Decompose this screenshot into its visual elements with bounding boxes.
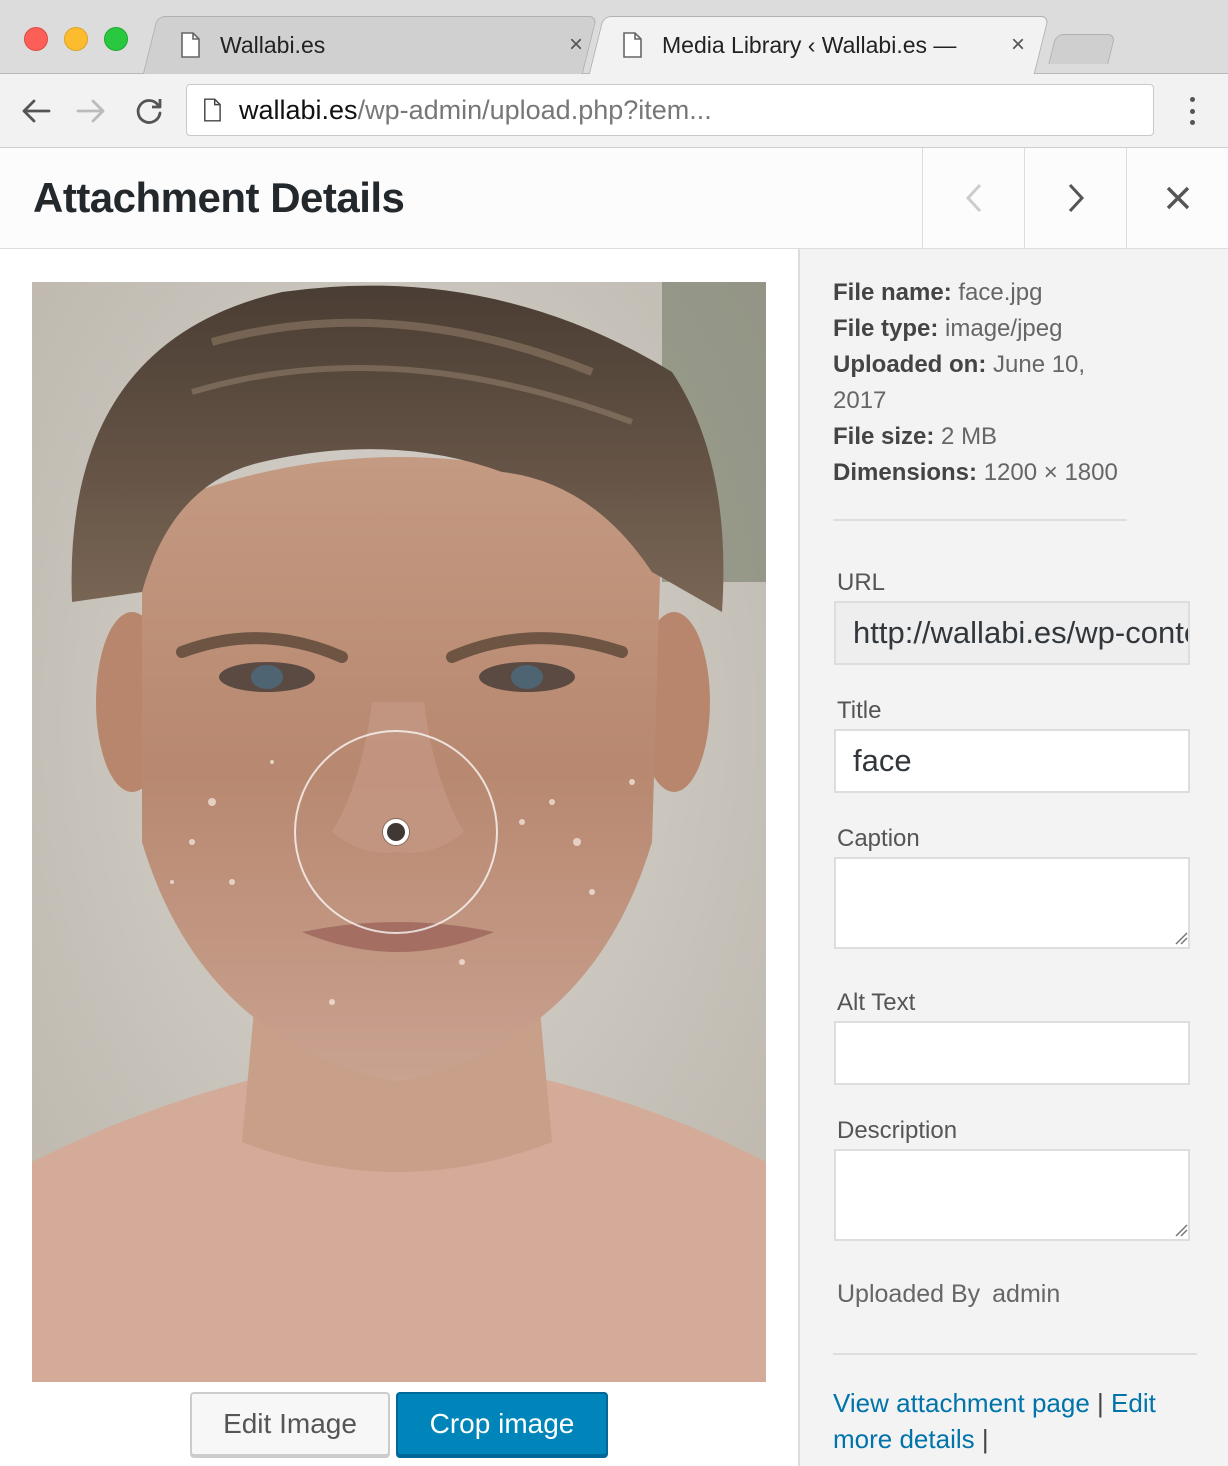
attachment-media-view: Edit Image Crop image [0,249,798,1466]
reload-icon [136,99,162,124]
link-separator: | [1097,1388,1104,1418]
browser-toolbar: wallabi.es/wp-admin/upload.php?item... [0,74,1228,148]
description-field[interactable] [834,1149,1190,1241]
alt-text-field[interactable] [834,1021,1190,1085]
caption-label: Caption [837,825,920,852]
page-icon [181,32,200,58]
dimensions-label: Dimensions: [833,459,978,486]
url-field[interactable]: http://wallabi.es/wp-content/uploads/201… [834,601,1190,665]
new-tab-button[interactable] [1048,34,1116,64]
url-host: wallabi.es [239,94,358,125]
attachment-actions: View attachment page | Edit more details… [833,1385,1193,1457]
uploaded-by: Uploaded By admin [837,1280,1060,1309]
file-type-row: File type: image/jpeg [833,311,1133,347]
title-label: Title [837,697,882,724]
next-attachment-button[interactable] [1024,148,1126,248]
file-size-row: File size: 2 MB [833,419,1133,455]
arrow-right-icon [76,99,105,123]
divider [833,1353,1197,1355]
alt-text-label: Alt Text [837,989,916,1016]
file-size-value: 2 MB [941,423,998,450]
file-name-value: face.jpg [958,279,1043,306]
crop-image-button[interactable]: Crop image [396,1392,608,1456]
forward-button[interactable] [72,92,110,130]
tab-close-icon[interactable]: × [562,31,590,59]
description-label: Description [837,1117,958,1144]
caption-field[interactable] [834,857,1190,949]
window-minimize-button[interactable] [64,27,88,51]
browser-tab-wallabi[interactable]: Wallabi.es × [180,16,590,74]
window-close-button[interactable] [24,27,48,51]
dimensions-row: Dimensions: 1200 × 1800 [833,455,1133,491]
page-title: Attachment Details [33,174,405,221]
file-details: File name: face.jpg File type: image/jpe… [833,275,1133,491]
focal-point-handle[interactable] [383,819,409,845]
url-label: URL [837,569,886,596]
file-name-row: File name: face.jpg [833,275,1133,311]
attachment-info-sidebar: File name: face.jpg File type: image/jpe… [800,249,1228,1466]
chevron-right-icon [1068,183,1084,213]
window-maximize-button[interactable] [104,27,128,51]
modal-header: Attachment Details [0,148,1228,249]
reload-button[interactable] [130,92,168,130]
back-button[interactable] [17,92,55,130]
tab-close-icon[interactable]: × [1004,31,1032,59]
close-modal-button[interactable] [1126,148,1228,248]
arrow-left-icon [22,99,51,123]
url-path: /wp-admin/upload.php?item... [357,94,712,125]
uploaded-on-label: Uploaded on: [833,351,987,378]
dimensions-value: 1200 × 1800 [983,459,1118,486]
link-separator: | [981,1424,989,1454]
uploaded-on-row: Uploaded on: June 10, 2017 [833,347,1133,419]
attachment-image [32,282,766,1382]
address-bar[interactable]: wallabi.es/wp-admin/upload.php?item... [186,84,1154,136]
browser-menu-icon[interactable] [1180,94,1204,128]
file-name-label: File name: [833,279,952,306]
tab-title: Media Library ‹ Wallabi.es — [662,31,957,58]
view-attachment-page-link[interactable]: View attachment page [833,1388,1090,1418]
page-icon [623,32,642,58]
file-type-value: image/jpeg [945,315,1063,342]
file-size-label: File size: [833,423,935,450]
chevron-left-icon [965,183,981,213]
resize-grip-icon[interactable] [1174,931,1188,945]
edit-image-button[interactable]: Edit Image [190,1392,390,1456]
previous-attachment-button[interactable] [922,148,1024,248]
resize-grip-icon[interactable] [1174,1223,1188,1237]
browser-tab-media-library[interactable]: Media Library ‹ Wallabi.es — × [622,16,1032,74]
file-type-label: File type: [833,315,939,342]
uploaded-by-value: admin [992,1280,1061,1308]
close-icon [1166,186,1189,210]
uploaded-by-label: Uploaded By [837,1280,981,1308]
title-field[interactable]: face [834,729,1190,793]
divider [833,519,1127,521]
tab-title: Wallabi.es [220,31,326,58]
page-icon [204,98,221,122]
browser-tab-bar: Wallabi.es × Media Library ‹ Wallabi.es … [0,0,1228,74]
